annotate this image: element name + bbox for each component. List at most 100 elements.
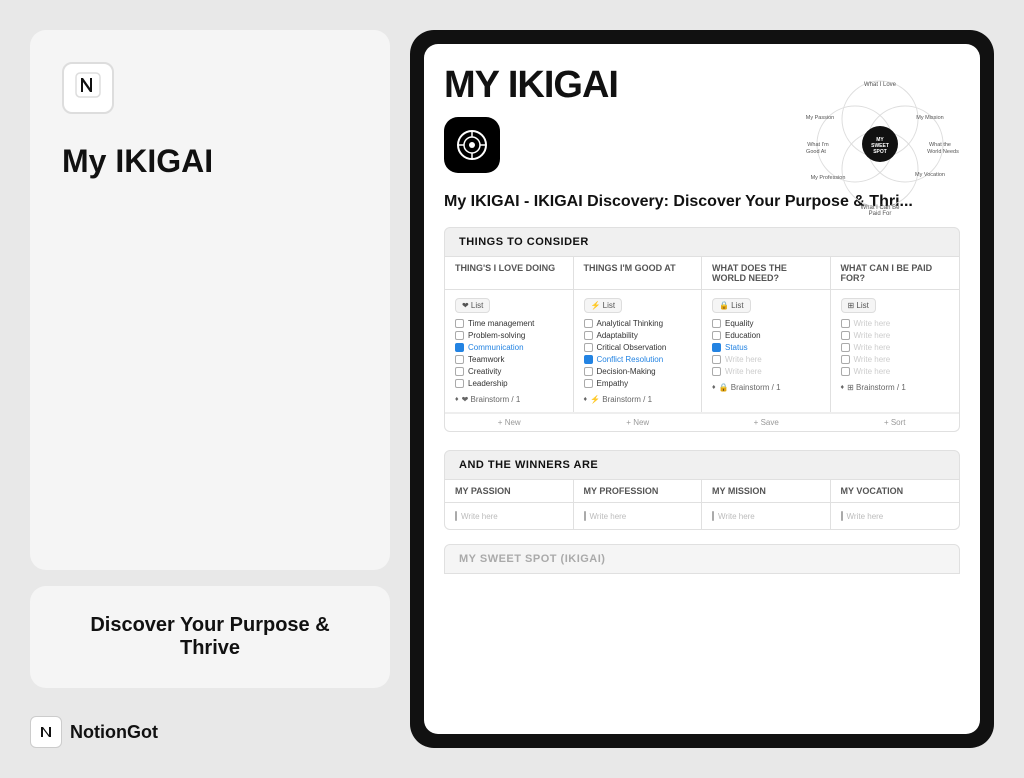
- table-col-headers: THING'S I LOVE DOING THINGS I'M GOOD AT …: [445, 257, 959, 290]
- venn-diagram: What I Love My Mission What the World Ne…: [800, 64, 960, 224]
- checkbox-4[interactable]: [455, 355, 464, 364]
- good-item-3: Critical Observation: [584, 343, 692, 352]
- love-item-2: Problem-solving: [455, 331, 563, 340]
- checkbox-p2[interactable]: [841, 331, 850, 340]
- paid-item-4: Write here: [841, 355, 950, 364]
- table-body: ❤ List Time management Problem-solving C…: [445, 290, 959, 412]
- checkbox-1[interactable]: [455, 319, 464, 328]
- love-brainstorm[interactable]: ❤ Brainstorm / 1: [455, 395, 520, 404]
- svg-text:What I Love: What I Love: [864, 82, 897, 88]
- paid-type-badge: ⊞ List: [841, 298, 876, 313]
- profession-body: Write here: [574, 503, 703, 529]
- good-item-4: Conflict Resolution: [584, 355, 692, 364]
- love-col: ❤ List Time management Problem-solving C…: [445, 290, 574, 412]
- winners-table: MY PASSION MY PROFESSION MY MISSION MY V…: [444, 480, 960, 530]
- svg-text:My Passion: My Passion: [806, 115, 834, 121]
- need-type-badge: 🔒 List: [712, 298, 751, 313]
- checkbox-g5[interactable]: [584, 367, 593, 376]
- tablet-frame: MY IKIGAI What I Love: [410, 30, 994, 748]
- svg-text:My Profession: My Profession: [811, 175, 846, 181]
- brand-footer: NotionGot: [30, 716, 390, 748]
- love-item-4: Teamwork: [455, 355, 563, 364]
- winners-col-bodies: Write here Write here Write here Write h…: [445, 503, 959, 529]
- need-item-3: Status: [712, 343, 820, 352]
- need-item-2: Education: [712, 331, 820, 340]
- need-item-5: Write here: [712, 367, 820, 376]
- checkbox-n4[interactable]: [712, 355, 721, 364]
- mission-header: MY MISSION: [702, 480, 831, 503]
- good-col: ⚡ List Analytical Thinking Adaptability …: [574, 290, 703, 412]
- love-item-1: Time management: [455, 319, 563, 328]
- checkbox-6[interactable]: [455, 379, 464, 388]
- checkbox-5[interactable]: [455, 367, 464, 376]
- svg-text:World Needs: World Needs: [927, 149, 959, 155]
- sweet-spot-header: MY SWEET SPOT (IKIGAI): [444, 544, 960, 574]
- paid-item-2: Write here: [841, 331, 950, 340]
- love-item-5: Creativity: [455, 367, 563, 376]
- paid-item-3: Write here: [841, 343, 950, 352]
- svg-text:Paid For: Paid For: [869, 211, 892, 217]
- need-brainstorm[interactable]: 🔒 Brainstorm / 1: [712, 383, 781, 392]
- things-section-header: THINGS TO CONSIDER: [444, 227, 960, 257]
- love-item-6: Leadership: [455, 379, 563, 388]
- vocation-body: Write here: [831, 503, 960, 529]
- brand-name: NotionGot: [70, 722, 158, 743]
- profession-header: MY PROFESSION: [574, 480, 703, 503]
- checkbox-n2[interactable]: [712, 331, 721, 340]
- checkbox-n5[interactable]: [712, 367, 721, 376]
- paid-item-5: Write here: [841, 367, 950, 376]
- winners-section-header: AND THE WINNERS ARE: [444, 450, 960, 480]
- mission-write[interactable]: Write here: [712, 511, 820, 521]
- checkbox-g3[interactable]: [584, 343, 593, 352]
- checkbox-p1[interactable]: [841, 319, 850, 328]
- checkbox-g2[interactable]: [584, 331, 593, 340]
- paid-item-1: Write here: [841, 319, 950, 328]
- checkbox-g1[interactable]: [584, 319, 593, 328]
- need-item-4: Write here: [712, 355, 820, 364]
- good-brainstorm[interactable]: ⚡ Brainstorm / 1: [584, 395, 653, 404]
- view-more-love[interactable]: + New: [445, 413, 574, 431]
- view-more-good[interactable]: + New: [574, 413, 703, 431]
- vocation-write[interactable]: Write here: [841, 511, 950, 521]
- paid-brainstorm[interactable]: ⊞ Brainstorm / 1: [841, 383, 906, 392]
- sweet-spot-section: MY SWEET SPOT (IKIGAI): [444, 544, 960, 574]
- things-table: THING'S I LOVE DOING THINGS I'M GOOD AT …: [444, 257, 960, 432]
- svg-text:My Vocation: My Vocation: [915, 172, 945, 178]
- passion-header: MY PASSION: [445, 480, 574, 503]
- col-paid-header: WHAT CAN I BE PAID FOR?: [831, 257, 960, 289]
- svg-text:What I'm: What I'm: [807, 142, 829, 148]
- view-more-paid[interactable]: + Sort: [831, 413, 960, 431]
- profession-write[interactable]: Write here: [584, 511, 692, 521]
- svg-text:Good At: Good At: [806, 149, 826, 155]
- love-type-badge: ❤ List: [455, 298, 490, 313]
- love-item-3: Communication: [455, 343, 563, 352]
- view-more-row: + New + New + Save + Sort: [445, 412, 959, 431]
- col-love-header: THING'S I LOVE DOING: [445, 257, 574, 289]
- svg-text:SPOT: SPOT: [873, 149, 887, 155]
- checkbox-p4[interactable]: [841, 355, 850, 364]
- checkbox-2[interactable]: [455, 331, 464, 340]
- view-more-need[interactable]: + Save: [702, 413, 831, 431]
- checkbox-g4[interactable]: [584, 355, 593, 364]
- checkbox-n1[interactable]: [712, 319, 721, 328]
- things-section: THINGS TO CONSIDER THING'S I LOVE DOING …: [444, 227, 960, 432]
- winners-section: AND THE WINNERS ARE MY PASSION MY PROFES…: [444, 450, 960, 530]
- outer-container: My IKIGAI Discover Your Purpose & Thrive…: [0, 0, 1024, 778]
- good-item-6: Empathy: [584, 379, 692, 388]
- need-col: 🔒 List Equality Education Status Write h…: [702, 290, 831, 412]
- good-item-5: Decision-Making: [584, 367, 692, 376]
- col-need-header: WHAT DOES THE WORLD NEED?: [702, 257, 831, 289]
- tablet-screen: MY IKIGAI What I Love: [424, 44, 980, 734]
- good-item-2: Adaptability: [584, 331, 692, 340]
- app-icon: [444, 117, 500, 173]
- passion-write[interactable]: Write here: [455, 511, 563, 521]
- left-subtitle-card: Discover Your Purpose & Thrive: [30, 586, 390, 688]
- checkbox-p3[interactable]: [841, 343, 850, 352]
- checkbox-p5[interactable]: [841, 367, 850, 376]
- checkbox-3[interactable]: [455, 343, 464, 352]
- page-main-title: MY IKIGAI: [444, 64, 618, 107]
- checkbox-n3[interactable]: [712, 343, 721, 352]
- notion-logo-letter: [73, 70, 103, 107]
- checkbox-g6[interactable]: [584, 379, 593, 388]
- paid-col: ⊞ List Write here Write here Write here …: [831, 290, 960, 412]
